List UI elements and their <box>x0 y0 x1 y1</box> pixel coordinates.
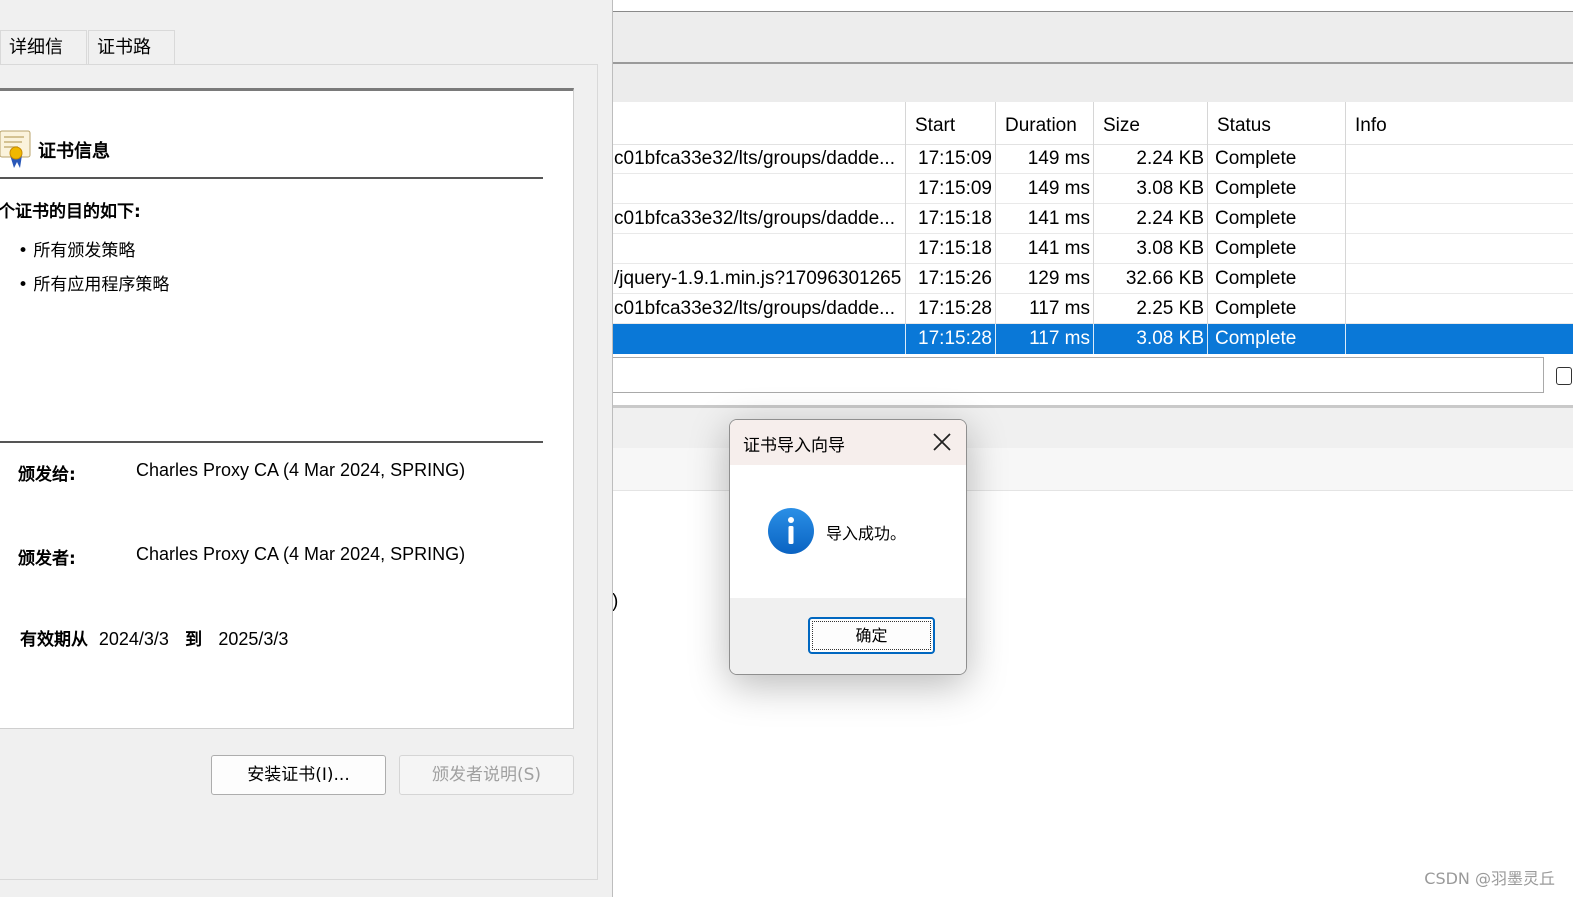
issued-by-label: 颁发者: <box>18 549 76 569</box>
size-cell: 2.24 KB <box>1136 208 1204 229</box>
grid-line <box>1207 144 1208 324</box>
selected-grid-line <box>1093 324 1094 354</box>
request-url-cell <box>614 324 906 354</box>
column-header-size[interactable]: Size <box>1094 102 1208 144</box>
message-text: 导入成功。 <box>826 524 907 543</box>
start-time-cell: 17:15:09 <box>918 178 992 199</box>
issuer-statement-button: 颁发者说明(S) <box>399 755 574 795</box>
duration-cell: 141 ms <box>1027 208 1090 229</box>
duration-cell: 117 ms <box>1029 328 1090 349</box>
column-header-start[interactable]: Start <box>906 102 996 144</box>
duration-cell: 117 ms <box>1029 298 1090 319</box>
grid-line <box>1093 144 1094 324</box>
column-divider[interactable] <box>905 102 906 144</box>
validity-period: 有效期从 2024/3/3 到 2025/3/3 <box>20 625 288 650</box>
close-icon[interactable] <box>924 424 960 460</box>
column-divider[interactable] <box>995 102 996 144</box>
selected-grid-line <box>995 324 996 354</box>
valid-to-label: 到 <box>185 630 203 650</box>
valid-from-date: 2024/3/3 <box>98 629 169 649</box>
size-cell: 2.24 KB <box>1136 148 1204 169</box>
column-header-status[interactable]: Status <box>1208 102 1348 144</box>
request-url-cell: c01bfca33e32/lts/groups/dadde... <box>614 298 895 319</box>
column-header-duration[interactable]: Duration <box>996 102 1094 144</box>
status-cell: Complete <box>1215 178 1297 199</box>
filter-input[interactable] <box>612 357 1544 393</box>
duration-cell: 129 ms <box>1027 268 1090 289</box>
info-icon <box>768 508 814 554</box>
request-url-cell <box>614 174 906 204</box>
status-cell: Complete <box>1215 208 1297 229</box>
size-cell: 2.25 KB <box>1136 298 1204 319</box>
request-url-cell <box>614 234 906 264</box>
toolbar <box>612 12 1573 62</box>
request-url-cell: c01bfca33e32/lts/groups/dadde... <box>614 208 895 229</box>
size-cell: 3.08 KB <box>1136 178 1204 199</box>
view-tabs-bar <box>612 64 1573 102</box>
status-cell: Complete <box>1215 268 1297 289</box>
size-cell: 32.66 KB <box>1125 268 1204 289</box>
cert-info-panel: 证书信息 个证书的目的如下: • 所有颁发策略 • 所有应用程序策略 颁发给: … <box>0 88 574 729</box>
issued-to-label: 颁发给: <box>18 465 76 485</box>
filter-checkbox[interactable] <box>1556 367 1572 385</box>
tab-cert-path[interactable]: 证书路径 <box>88 30 175 92</box>
selected-grid-line <box>1345 324 1346 354</box>
purpose-item: • 所有应用程序策略 <box>18 275 170 295</box>
column-header-info[interactable]: Info <box>1346 102 1573 144</box>
column-divider[interactable] <box>1345 102 1346 144</box>
status-cell: Complete <box>1215 298 1297 319</box>
duration-cell: 149 ms <box>1027 178 1090 199</box>
dialog-title: 证书导入向导 <box>743 436 845 456</box>
request-url-cell: /jquery-1.9.1.min.js?17096301265 <box>614 268 902 289</box>
selected-grid-line <box>1207 324 1208 354</box>
grid-line <box>905 144 906 324</box>
valid-to-date: 2025/3/3 <box>218 629 289 649</box>
grid-line <box>995 144 996 324</box>
import-wizard-message-box: 证书导入向导 导入成功。 确定 <box>729 419 967 675</box>
issued-by-value: Charles Proxy CA (4 Mar 2024, SPRING) <box>136 544 466 564</box>
divider <box>0 177 543 179</box>
certificate-dialog: 详细信息 证书路径 证书信息 个证书的目的如下: • 所有颁发策略 • 所有应用… <box>0 0 613 897</box>
grid-line <box>1345 144 1346 324</box>
start-time-cell: 17:15:09 <box>918 148 992 169</box>
purpose-item: • 所有颁发策略 <box>18 241 136 261</box>
duration-cell: 141 ms <box>1027 238 1090 259</box>
start-time-cell: 17:15:28 <box>918 328 992 349</box>
valid-from-label: 有效期从 <box>20 630 88 650</box>
request-url-cell: c01bfca33e32/lts/groups/dadde... <box>614 148 895 169</box>
start-time-cell: 17:15:18 <box>918 238 992 259</box>
column-divider[interactable] <box>1207 102 1208 144</box>
table-header: Start Duration Size Status Info <box>612 102 1573 145</box>
certificate-icon <box>0 130 31 168</box>
install-certificate-button[interactable]: 安装证书(I)... <box>211 755 386 795</box>
start-time-cell: 17:15:18 <box>918 208 992 229</box>
start-time-cell: 17:15:28 <box>918 298 992 319</box>
issued-to-value: Charles Proxy CA (4 Mar 2024, SPRING) <box>136 460 466 480</box>
status-cell: Complete <box>1215 328 1297 349</box>
status-cell: Complete <box>1215 238 1297 259</box>
duration-cell: 149 ms <box>1027 148 1090 169</box>
selected-grid-line <box>905 324 906 354</box>
size-cell: 3.08 KB <box>1136 238 1204 259</box>
tab-details[interactable]: 详细信息 <box>0 30 87 92</box>
section-title: 证书信息 <box>38 141 110 162</box>
purpose-heading: 个证书的目的如下: <box>0 202 141 222</box>
start-time-cell: 17:15:26 <box>918 268 992 289</box>
size-cell: 3.08 KB <box>1136 328 1204 349</box>
column-divider[interactable] <box>1093 102 1094 144</box>
table-row[interactable]: 17:15:28 117 ms 3.08 KB Complete <box>612 324 1573 354</box>
title-bar: 证书导入向导 <box>730 420 966 465</box>
status-cell: Complete <box>1215 148 1297 169</box>
watermark: CSDN @羽墨灵丘 <box>1424 869 1555 888</box>
ok-button[interactable]: 确定 <box>808 617 935 654</box>
divider <box>0 441 543 443</box>
